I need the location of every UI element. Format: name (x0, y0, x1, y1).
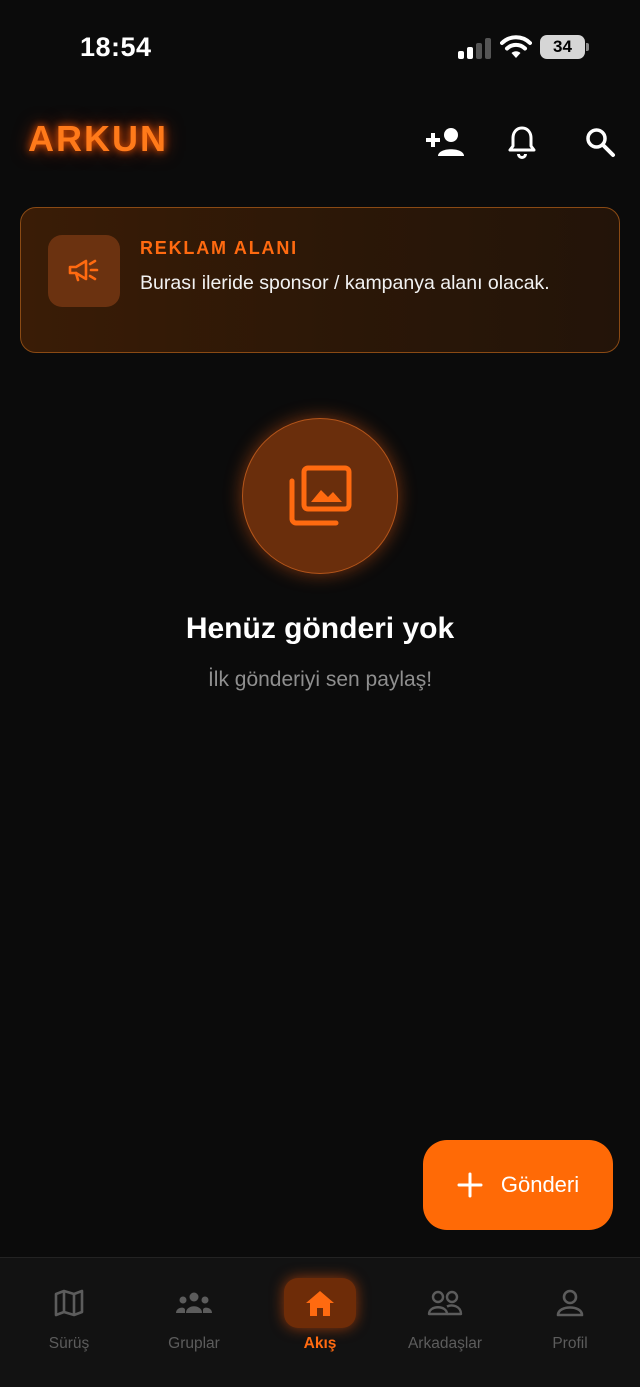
nav-label-arkadaslar: Arkadaşlar (407, 1335, 483, 1352)
profile-icon (556, 1289, 584, 1317)
photo-library-icon (289, 465, 352, 526)
status-bar: 18:54 34 (0, 0, 640, 96)
nav-item-profil[interactable]: Profil (506, 1258, 634, 1387)
ad-description: Burası ileride sponsor / kampanya alanı … (140, 272, 550, 294)
nav-label-gruplar: Gruplar (168, 1335, 220, 1352)
megaphone-icon (68, 259, 99, 282)
nav-icon-wrap (164, 1278, 224, 1328)
app-screen: 18:54 34 ARKUN REKLAM ALANI Burası ileri… (0, 0, 640, 1387)
nav-label-surus: Sürüş (48, 1335, 90, 1352)
search-button[interactable] (578, 120, 622, 164)
add-friend-icon (426, 128, 464, 156)
map-icon (54, 1289, 84, 1317)
ad-title: REKLAM ALANI (140, 238, 298, 258)
empty-state-subtitle: İlk gönderiyi sen paylaş! (207, 668, 433, 691)
bell-icon (508, 126, 536, 159)
nav-icon-wrap (284, 1278, 356, 1328)
empty-state-title: Henüz gönderi yok (185, 612, 455, 645)
add-friend-button[interactable] (423, 120, 467, 164)
nav-icon-wrap (415, 1278, 475, 1328)
battery-icon: 34 (540, 35, 590, 59)
empty-state-icon-circle (242, 418, 398, 574)
nav-item-akis[interactable]: Akış (256, 1258, 384, 1387)
cellular-signal-icon (458, 37, 492, 59)
ad-banner[interactable]: REKLAM ALANI Burası ileride sponsor / ka… (20, 207, 620, 353)
nav-icon-wrap (39, 1278, 99, 1328)
nav-label-profil: Profil (552, 1335, 588, 1352)
battery-level: 34 (553, 37, 572, 56)
new-post-label: Gönderi (500, 1172, 580, 1197)
nav-item-surus[interactable]: Sürüş (5, 1258, 133, 1387)
ad-icon-container (48, 235, 120, 307)
new-post-button[interactable]: Gönderi (423, 1140, 613, 1230)
search-icon (586, 128, 615, 157)
home-icon (306, 1291, 334, 1316)
wifi-icon (500, 35, 532, 58)
groups-icon (176, 1292, 212, 1313)
nav-item-gruplar[interactable]: Gruplar (130, 1258, 258, 1387)
nav-item-arkadaslar[interactable]: Arkadaşlar (381, 1258, 509, 1387)
plus-icon (457, 1172, 483, 1198)
nav-icon-wrap (540, 1278, 600, 1328)
status-time: 18:54 (80, 32, 152, 62)
app-header: ARKUN (0, 110, 640, 174)
bottom-navigation: Sürüş Gruplar Akış Arkadaşlar Profil (0, 1257, 640, 1387)
notifications-button[interactable] (500, 120, 544, 164)
nav-label-akis: Akış (303, 1335, 337, 1352)
friends-icon (427, 1290, 463, 1316)
app-logo: ARKUN (28, 118, 168, 159)
